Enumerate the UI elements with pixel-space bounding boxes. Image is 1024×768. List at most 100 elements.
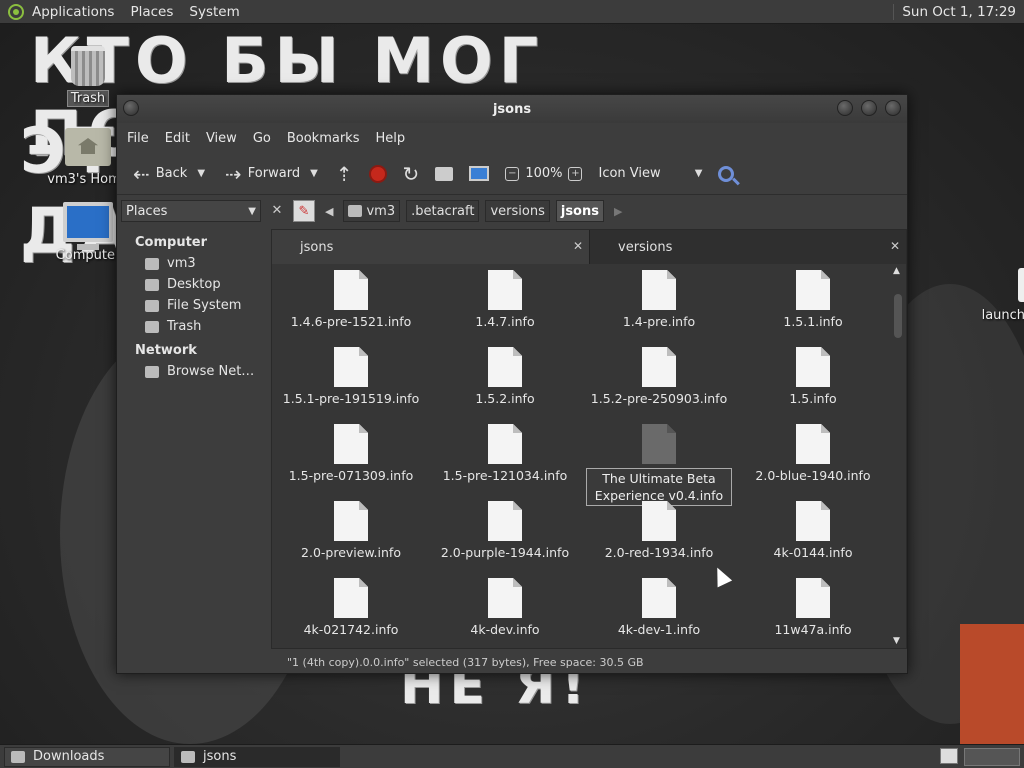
menu-bookmarks[interactable]: Bookmarks bbox=[279, 131, 368, 146]
file-item[interactable]: 1.5-pre-121034.info bbox=[428, 424, 582, 483]
file-item[interactable]: 1.5.info bbox=[736, 347, 890, 406]
vertical-scrollbar[interactable]: ▲ ▼ bbox=[892, 266, 904, 646]
forward-button[interactable]: ⇢ Forward bbox=[219, 158, 306, 190]
edit-location-icon[interactable]: ✎ bbox=[293, 200, 315, 222]
menu-view[interactable]: View bbox=[198, 131, 245, 146]
file-item[interactable]: 4k-dev-1.info bbox=[582, 578, 736, 637]
sidebar-item-trash[interactable]: Trash bbox=[121, 316, 269, 337]
desktop-icon-launcher[interactable]: launcher bbox=[960, 268, 1024, 323]
stop-button[interactable] bbox=[363, 158, 393, 190]
icon-grid: 1.4.6-pre-1521.info 1.4.7.info 1.4-pre.i… bbox=[272, 264, 892, 650]
file-item[interactable]: 4k-0144.info bbox=[736, 501, 890, 560]
file-icon bbox=[796, 501, 830, 541]
taskbar-item-downloads[interactable]: Downloads bbox=[4, 746, 170, 767]
tab-versions[interactable]: versions ✕ bbox=[589, 230, 906, 264]
file-item[interactable]: 4k-dev.info bbox=[428, 578, 582, 637]
breadcrumb-right-icon[interactable]: ▶ bbox=[610, 205, 626, 218]
forward-label: Forward bbox=[247, 166, 301, 181]
file-icon bbox=[488, 270, 522, 310]
file-item[interactable]: 11w47a.info bbox=[736, 578, 890, 637]
menu-edit[interactable]: Edit bbox=[157, 131, 198, 146]
scrollbar-thumb[interactable] bbox=[894, 294, 902, 338]
home-folder-icon bbox=[145, 257, 159, 270]
sidebar-item-vm3[interactable]: vm3 bbox=[121, 253, 269, 274]
window-menu-button[interactable] bbox=[123, 100, 139, 116]
close-icon[interactable]: ✕ bbox=[573, 239, 583, 253]
view-mode-select[interactable]: Icon View ▼ bbox=[592, 158, 708, 190]
show-desktop-button[interactable] bbox=[940, 748, 958, 764]
zoom-out-icon[interactable]: − bbox=[505, 166, 520, 181]
back-history-dropdown[interactable]: ▼ bbox=[197, 168, 205, 179]
file-name: 2.0-purple-1944.info bbox=[440, 545, 570, 560]
maximize-button[interactable] bbox=[861, 100, 877, 116]
minimize-button[interactable] bbox=[837, 100, 853, 116]
sidebar-item-label: vm3 bbox=[167, 256, 196, 271]
sidebar-close-button[interactable]: ✕ bbox=[267, 200, 287, 222]
file-item[interactable]: 2.0-blue-1940.info bbox=[736, 424, 890, 483]
menu-help[interactable]: Help bbox=[367, 131, 413, 146]
file-item[interactable]: 1.5.2.info bbox=[428, 347, 582, 406]
file-item[interactable]: 2.0-preview.info bbox=[274, 501, 428, 560]
menu-applications[interactable]: Applications bbox=[24, 4, 122, 20]
breadcrumb-vm3[interactable]: vm3 bbox=[343, 200, 401, 222]
menu-file[interactable]: File bbox=[119, 131, 157, 146]
window-title: jsons bbox=[492, 101, 532, 117]
file-icon bbox=[1018, 268, 1024, 302]
back-button[interactable]: ⇠ Back bbox=[127, 158, 193, 190]
close-icon[interactable]: ✕ bbox=[890, 239, 900, 253]
sidebar-item-browse-network[interactable]: Browse Net… bbox=[121, 361, 269, 382]
file-name: 1.5.2-pre-250903.info bbox=[590, 391, 728, 406]
distro-logo-icon[interactable] bbox=[8, 3, 24, 20]
home-button[interactable] bbox=[429, 158, 459, 190]
window-titlebar[interactable]: jsons bbox=[117, 95, 907, 123]
file-icon bbox=[488, 347, 522, 387]
desktop-icon bbox=[145, 278, 159, 291]
breadcrumb-jsons[interactable]: jsons bbox=[555, 200, 604, 222]
panel-clock[interactable]: Sun Oct 1, 17:29 bbox=[893, 3, 1024, 20]
workspace-switcher[interactable] bbox=[964, 748, 1020, 766]
sidebar-item-file-system[interactable]: File System bbox=[121, 295, 269, 316]
tab-jsons[interactable]: jsons ✕ bbox=[272, 230, 589, 264]
file-icon bbox=[488, 578, 522, 618]
forward-history-dropdown[interactable]: ▼ bbox=[310, 168, 318, 179]
file-icon bbox=[796, 270, 830, 310]
scroll-up-icon[interactable]: ▲ bbox=[893, 266, 900, 276]
sidebar-item-label: Trash bbox=[167, 319, 202, 334]
file-item[interactable]: 1.5-pre-071309.info bbox=[274, 424, 428, 483]
file-item[interactable]: 1.5.1.info bbox=[736, 270, 890, 329]
menu-system[interactable]: System bbox=[181, 4, 247, 20]
stop-icon bbox=[368, 164, 387, 183]
breadcrumb-left-icon[interactable]: ◀ bbox=[321, 205, 337, 218]
breadcrumb-label: jsons bbox=[560, 203, 599, 219]
network-icon bbox=[145, 365, 159, 378]
file-item-renaming[interactable]: The Ultimate Beta Experience v0.4.info bbox=[582, 424, 736, 506]
reload-button[interactable]: ↻ bbox=[397, 158, 426, 190]
file-item[interactable]: 1.5.2-pre-250903.info bbox=[582, 347, 736, 406]
search-button[interactable] bbox=[712, 158, 740, 190]
computer-button[interactable] bbox=[463, 158, 495, 190]
zoom-in-icon[interactable]: + bbox=[568, 166, 583, 181]
file-item[interactable]: 1.4.7.info bbox=[428, 270, 582, 329]
taskbar-item-jsons[interactable]: jsons bbox=[174, 746, 340, 767]
file-item[interactable]: 2.0-purple-1944.info bbox=[428, 501, 582, 560]
file-item[interactable]: 1.4.6-pre-1521.info bbox=[274, 270, 428, 329]
up-button[interactable]: ⇡ bbox=[330, 158, 359, 190]
file-name: 1.5.2.info bbox=[475, 391, 535, 406]
sidebar-item-desktop[interactable]: Desktop bbox=[121, 274, 269, 295]
scroll-down-icon[interactable]: ▼ bbox=[893, 636, 900, 646]
file-item[interactable]: 1.5.1-pre-191519.info bbox=[274, 347, 428, 406]
taskbar-label: Downloads bbox=[33, 749, 105, 764]
file-item[interactable]: 1.4-pre.info bbox=[582, 270, 736, 329]
desktop-icon-label: Trash bbox=[66, 90, 110, 107]
menu-places[interactable]: Places bbox=[122, 4, 181, 20]
breadcrumb-betacraft[interactable]: .betacraft bbox=[406, 200, 480, 222]
sidebar-places-select[interactable]: Places ▼ bbox=[121, 200, 261, 222]
file-item[interactable]: 2.0-red-1934.info bbox=[582, 501, 736, 560]
breadcrumb-label: vm3 bbox=[366, 203, 396, 219]
folder-icon bbox=[11, 750, 25, 763]
menu-go[interactable]: Go bbox=[245, 131, 279, 146]
close-window-button[interactable] bbox=[885, 100, 901, 116]
file-item[interactable]: 4k-021742.info bbox=[274, 578, 428, 637]
breadcrumb-versions[interactable]: versions bbox=[485, 200, 550, 222]
desktop-icon-label: launcher bbox=[981, 308, 1024, 323]
